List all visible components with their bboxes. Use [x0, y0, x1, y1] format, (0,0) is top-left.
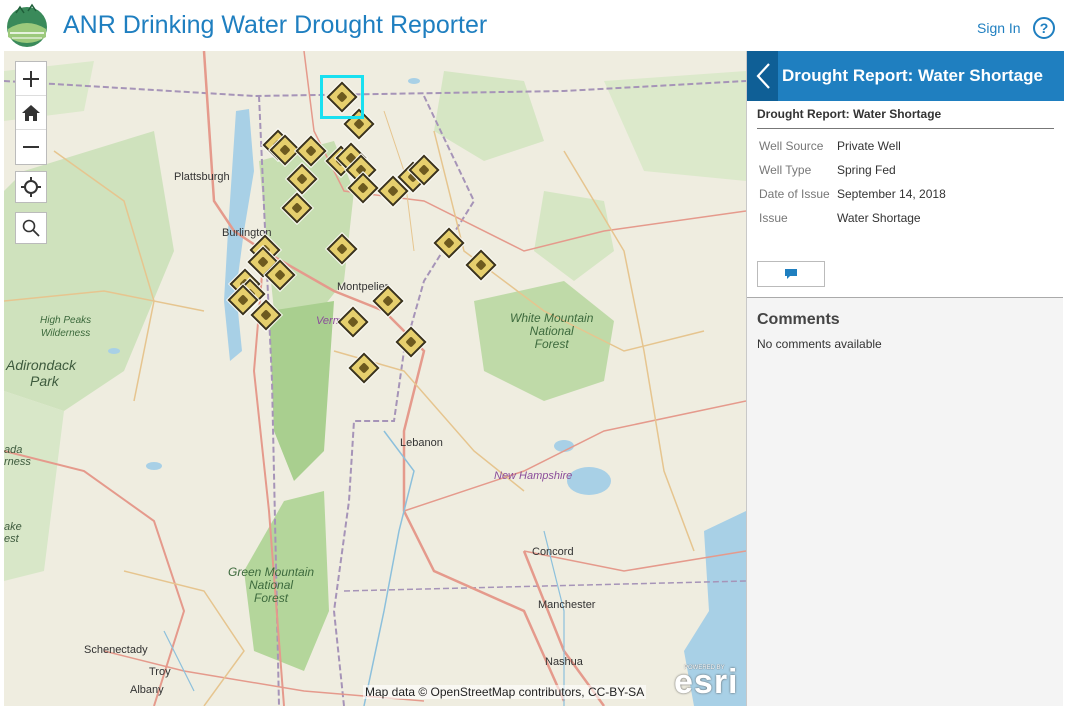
app-title: ANR Drinking Water Drought Reporter — [63, 11, 488, 39]
attribute-row: Date of Issue September 14, 2018 — [759, 187, 946, 201]
attribute-key: Date of Issue — [759, 187, 830, 201]
label-lebanon: Lebanon — [400, 437, 443, 449]
label-white-mountain: White Mountain National Forest — [510, 312, 593, 351]
label-adirondack: Adirondack Park — [6, 357, 76, 389]
attribute-value: Water Shortage — [837, 211, 921, 225]
label-high-peaks: High Peaks Wilderness — [40, 314, 91, 340]
panel-header: Drought Report: Water Shortage — [747, 51, 1064, 101]
label-plattsburgh: Plattsburgh — [174, 171, 230, 183]
attribute-key: Well Type — [759, 163, 812, 177]
label-concord: Concord — [532, 546, 574, 558]
divider — [757, 128, 1054, 129]
label-nashua: Nashua — [545, 656, 583, 668]
label-albany: Albany — [130, 684, 164, 696]
esri-logo: esri — [674, 663, 739, 701]
label-edge-1: ada — [4, 444, 23, 456]
comments-empty-text: No comments available — [757, 337, 882, 351]
attribute-value: Private Well — [837, 139, 901, 153]
label-adirondack-line1: Adirondack — [6, 357, 77, 373]
feature-popup: Drought Report: Water Shortage Well Sour… — [747, 101, 1063, 298]
anr-logo — [7, 3, 47, 47]
label-schenectady: Schenectady — [84, 644, 148, 656]
panel-title: Drought Report: Water Shortage — [782, 66, 1043, 85]
zoom-out-button[interactable] — [16, 130, 46, 164]
sign-in-link[interactable]: Sign In — [977, 20, 1021, 36]
search-icon — [22, 219, 40, 237]
label-white-mountain-line3: Forest — [534, 337, 569, 351]
feature-panel: Drought Report: Water Shortage Drought R… — [746, 51, 1064, 706]
label-high-peaks-line1: High Peaks — [40, 315, 92, 326]
attribute-value: Spring Fed — [837, 163, 896, 177]
zoom-in-button[interactable] — [16, 62, 46, 96]
label-manchester: Manchester — [538, 599, 596, 611]
label-new-hampshire: New Hampshire — [494, 470, 573, 482]
app-header: ANR Drinking Water Drought Reporter Sign… — [0, 0, 1066, 51]
crosshair-icon — [21, 177, 41, 197]
label-edge-3: ake — [4, 521, 22, 533]
chevron-left-icon — [756, 63, 770, 89]
label-green-mountain: Green Mountain National Forest — [228, 566, 314, 605]
basemap — [4, 51, 746, 706]
label-green-mountain-line3: Forest — [254, 591, 289, 605]
map-view[interactable]: Plattsburgh Burlington Montpelier Verm L… — [4, 51, 746, 706]
home-icon — [22, 104, 40, 121]
label-troy: Troy — [149, 666, 171, 678]
attribute-key: Well Source — [759, 139, 824, 153]
selected-feature-highlight — [320, 75, 364, 119]
help-button[interactable]: ? — [1033, 17, 1055, 39]
search-button[interactable] — [15, 212, 47, 244]
add-comment-button[interactable] — [757, 261, 825, 287]
label-adirondack-line2: Park — [30, 373, 59, 389]
attribute-row: Issue Water Shortage — [759, 211, 921, 225]
comment-icon — [785, 269, 797, 279]
attribute-row: Well Source Private Well — [759, 139, 901, 153]
map-attribution: Map data © OpenStreetMap contributors, C… — [363, 685, 647, 699]
label-edge-4: est — [4, 533, 19, 545]
label-edge-2: rness — [4, 456, 31, 468]
minus-icon — [23, 146, 39, 148]
plus-icon — [23, 70, 39, 87]
map-nav-controls — [15, 61, 47, 165]
comments-title: Comments — [757, 311, 840, 328]
attribute-value: September 14, 2018 — [837, 187, 946, 201]
back-button[interactable] — [747, 51, 778, 101]
label-high-peaks-line2: Wilderness — [40, 328, 91, 339]
popup-title: Drought Report: Water Shortage — [757, 107, 942, 121]
attribute-row: Well Type Spring Fed — [759, 163, 896, 177]
attribute-key: Issue — [759, 211, 788, 225]
home-button[interactable] — [16, 96, 46, 130]
locate-button[interactable] — [15, 171, 47, 203]
